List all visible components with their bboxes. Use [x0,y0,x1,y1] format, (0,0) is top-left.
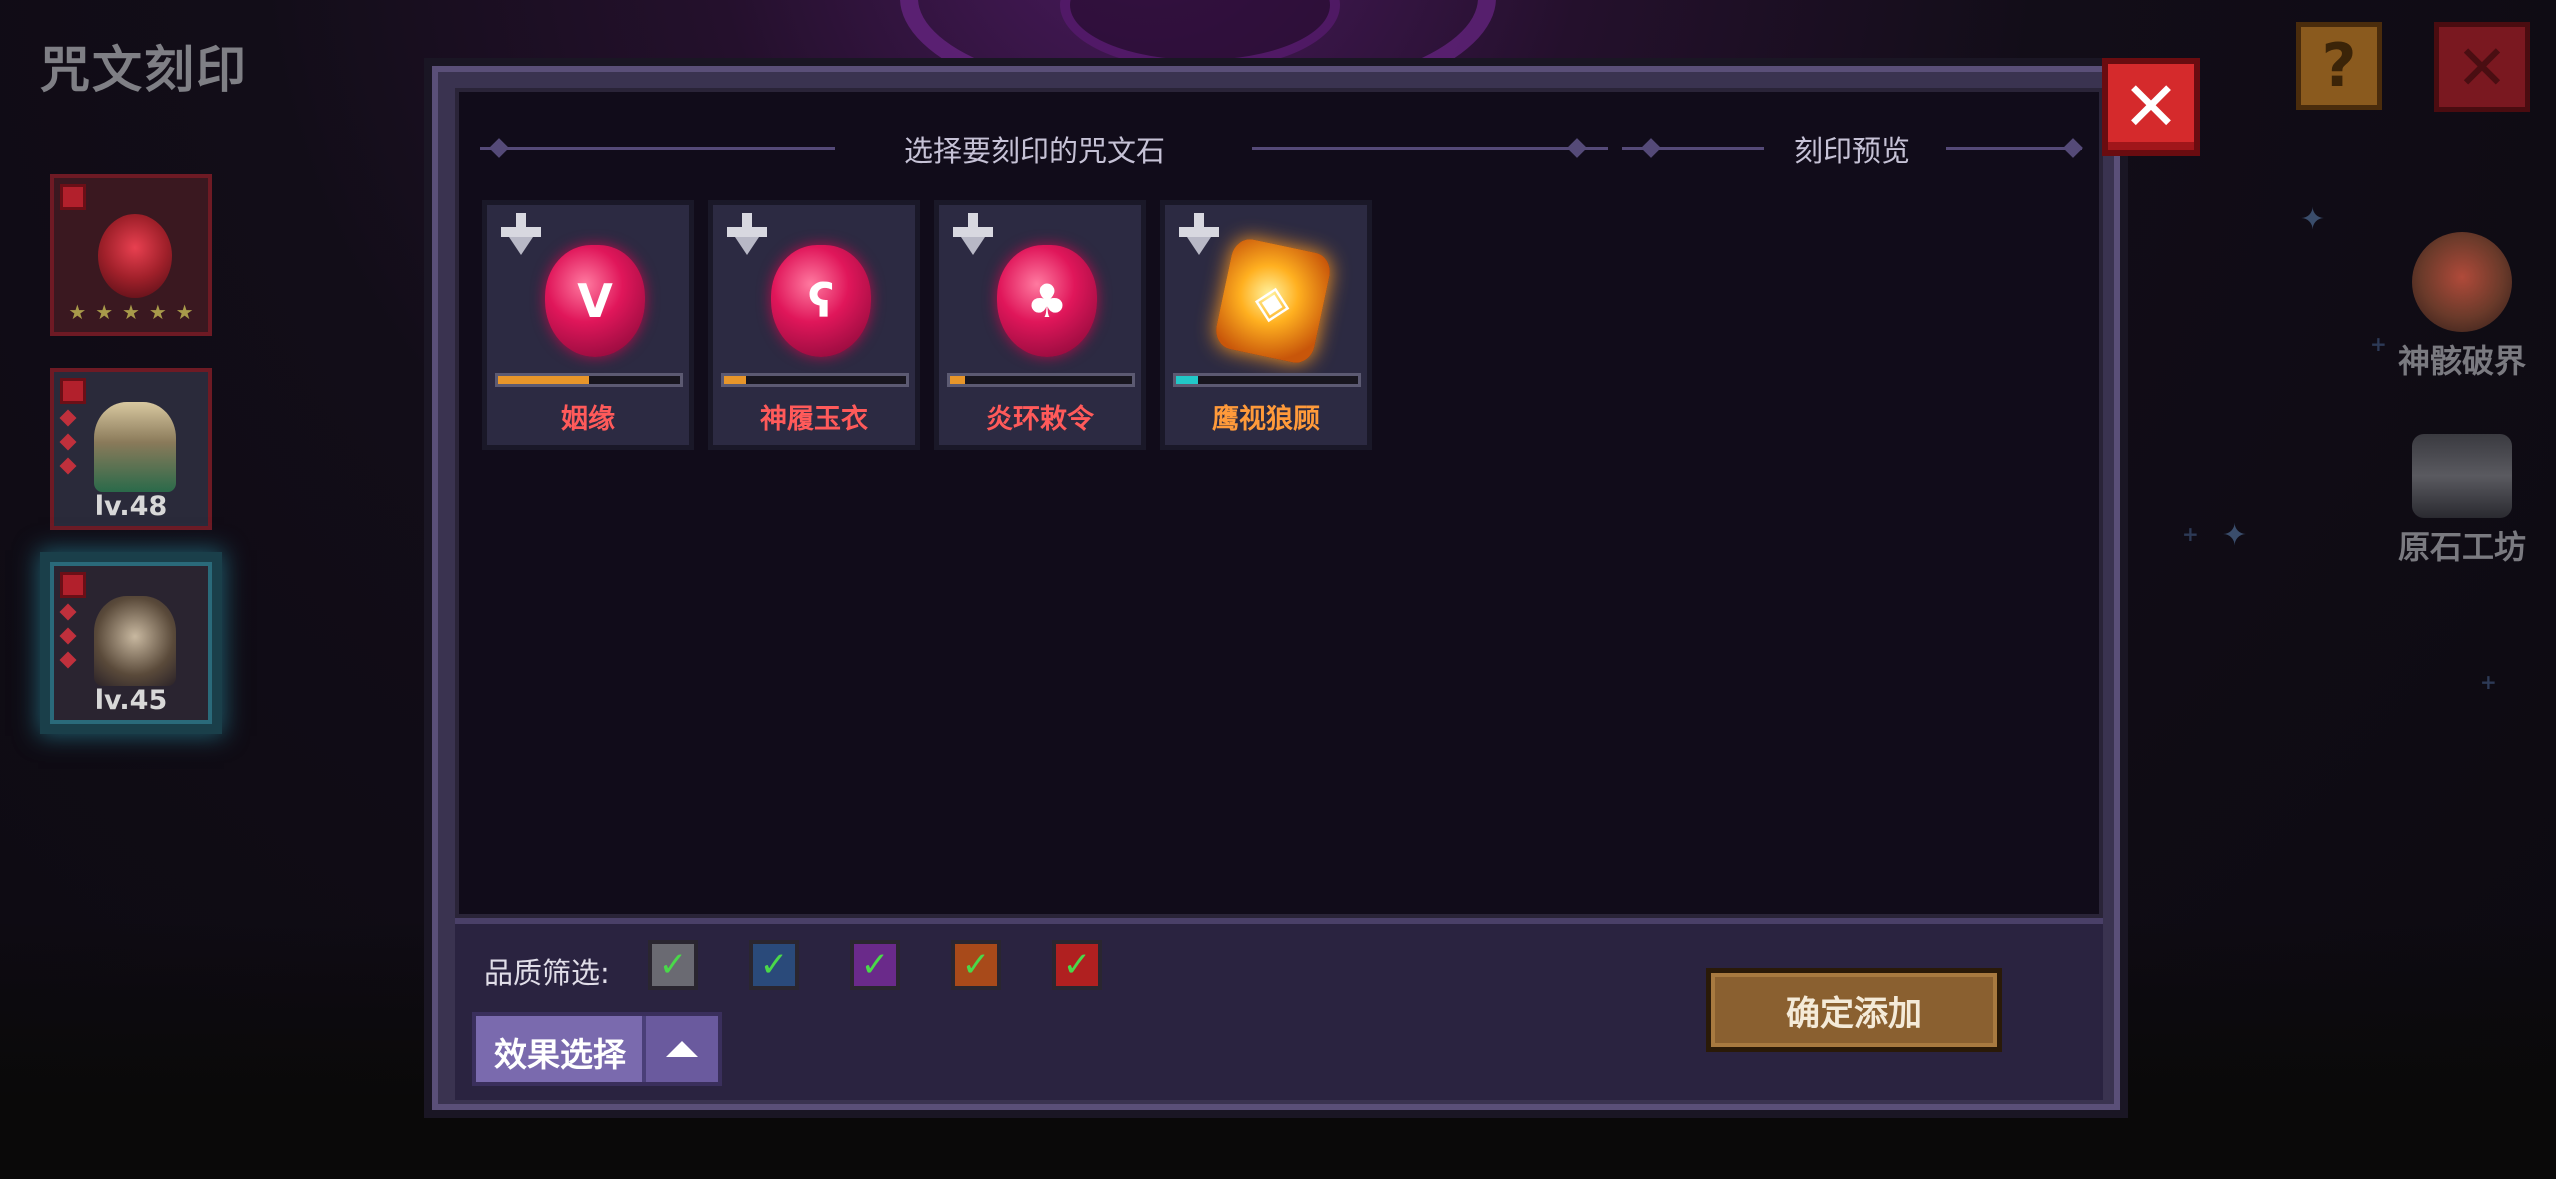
chevron-up-icon [666,1041,698,1057]
pin-icon[interactable] [725,213,769,257]
star-rating: ★ ★ ★ ★ ★ [64,300,198,324]
pin-icon[interactable] [951,213,995,257]
rune-progress-fill [498,376,589,384]
hero-level: lv.45 [94,685,168,716]
rune-progress-bar [495,373,683,387]
quality-checkbox-orange[interactable]: ✓ [951,940,1001,990]
side-menu-item[interactable]: 神骸破界 [2392,232,2532,382]
rune-name: 姻缘 [561,404,615,435]
rune-name: 鹰视狼顾 [1212,404,1320,435]
pin-icon[interactable] [1177,213,1221,257]
rune-gem-icon: ʕ [771,245,871,357]
help-button[interactable]: ? [2296,22,2382,110]
rune-gem-icon: ◈ [1212,235,1334,367]
quality-checkbox-purple[interactable]: ✓ [850,940,900,990]
background-star: + [2370,332,2387,356]
hero-portrait-icon [94,596,176,686]
confirm-add-button[interactable]: 确定添加 [1706,968,2002,1052]
expand-arrow-button[interactable] [642,1016,718,1082]
rune-progress-fill [724,376,746,384]
rank-pips [59,409,77,484]
header-divider [480,147,835,150]
element-badge-icon [60,378,86,404]
rune-progress-fill [1176,376,1198,384]
background-star: + [2480,670,2497,694]
select-rune-header: 选择要刻印的咒文石 [904,134,1166,168]
header-divider [1946,147,2082,150]
close-panel-button[interactable]: ✕ [2102,58,2200,156]
element-badge-icon [60,184,86,210]
rune-progress-bar [947,373,1135,387]
hero-card-1[interactable]: ★ ★ ★ ★ ★ [50,174,212,336]
close-screen-button[interactable]: ✕ [2434,22,2530,112]
quality-checkbox-blue[interactable]: ✓ [749,940,799,990]
side-menu-label: 原石工坊 [2397,528,2526,566]
quality-checkbox-red[interactable]: ✓ [1052,940,1102,990]
star-icon: ★ [148,300,167,324]
anvil-icon [2412,434,2512,518]
rune-slot[interactable]: V 姻缘 [482,200,694,450]
background-star: + [2182,522,2199,546]
hero-card-3-selected[interactable]: lv.45 [50,562,212,724]
pin-icon[interactable] [499,213,543,257]
star-icon: ★ [122,300,140,324]
rune-name: 神履玉衣 [760,404,868,435]
header-divider [1252,147,1608,150]
hero-level: lv.48 [94,491,168,522]
rune-gem-icon: ♣ [997,245,1097,357]
rune-gem-icon: V [545,245,645,357]
page-title: 咒文刻印 [40,41,248,99]
hero-portrait-icon [94,402,176,492]
side-menu-item[interactable]: 原石工坊 [2392,426,2532,568]
star-icon: ★ [68,300,87,324]
rank-pips [59,603,77,678]
skull-orb-icon [2412,232,2512,332]
rune-progress-bar [721,373,909,387]
rune-slot[interactable]: ◈ 鹰视狼顾 [1160,200,1372,450]
header-divider [1622,147,1764,150]
quality-checkbox-gray[interactable]: ✓ [648,940,698,990]
rune-slot[interactable]: ♣ 炎环敕令 [934,200,1146,450]
rune-progress-bar [1173,373,1361,387]
side-menu-label: 神骸破界 [2397,342,2526,380]
effect-select-label: 效果选择 [494,1035,626,1074]
rune-crest-icon [98,214,172,298]
hero-card-2[interactable]: lv.48 [50,368,212,530]
star-icon: ★ [95,300,114,324]
preview-header: 刻印预览 [1794,134,1911,168]
rune-progress-fill [950,376,965,384]
effect-select-dropdown[interactable]: 效果选择 [472,1012,722,1086]
quality-filter-label: 品质筛选: [484,956,610,990]
rune-slot[interactable]: ʕ 神履玉衣 [708,200,920,450]
background-star: ✦ [2222,518,2248,553]
element-badge-icon [60,572,86,598]
rune-name: 炎环敕令 [986,404,1094,435]
star-icon: ★ [175,300,194,324]
background-star: ✦ [2300,202,2326,237]
